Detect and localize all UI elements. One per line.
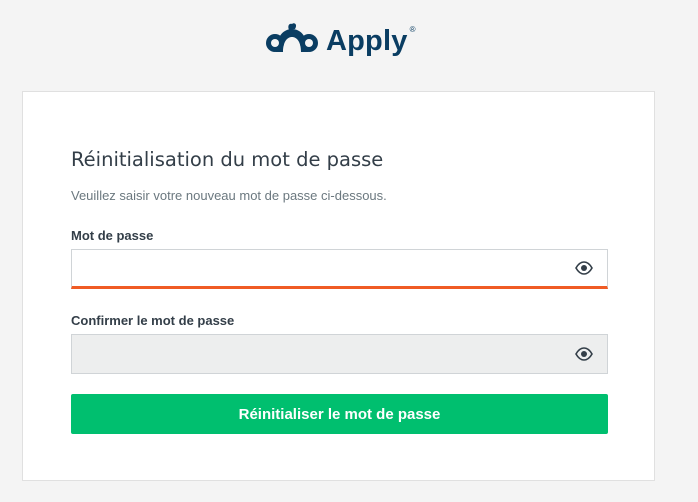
brand-name: Apply: [326, 24, 408, 57]
page-title: Réinitialisation du mot de passe: [71, 148, 384, 171]
brand-registered-mark: ®: [409, 24, 416, 34]
password-field: [71, 249, 608, 289]
eye-icon[interactable]: [575, 259, 593, 277]
page-subtitle: Veuillez saisir votre nouveau mot de pas…: [71, 188, 387, 203]
password-label: Mot de passe: [71, 228, 154, 243]
confirm-password-input[interactable]: [72, 335, 562, 373]
eye-icon[interactable]: [575, 345, 593, 363]
password-input[interactable]: [72, 250, 562, 286]
surveymonkey-logo-icon: [266, 23, 318, 52]
reset-password-button[interactable]: Réinitialiser le mot de passe: [71, 394, 608, 434]
brand-logo: Apply ®: [264, 16, 419, 62]
reset-password-card: Réinitialisation du mot de passe Veuille…: [22, 91, 655, 481]
confirm-password-field: [71, 334, 608, 374]
confirm-password-label: Confirmer le mot de passe: [71, 313, 235, 328]
